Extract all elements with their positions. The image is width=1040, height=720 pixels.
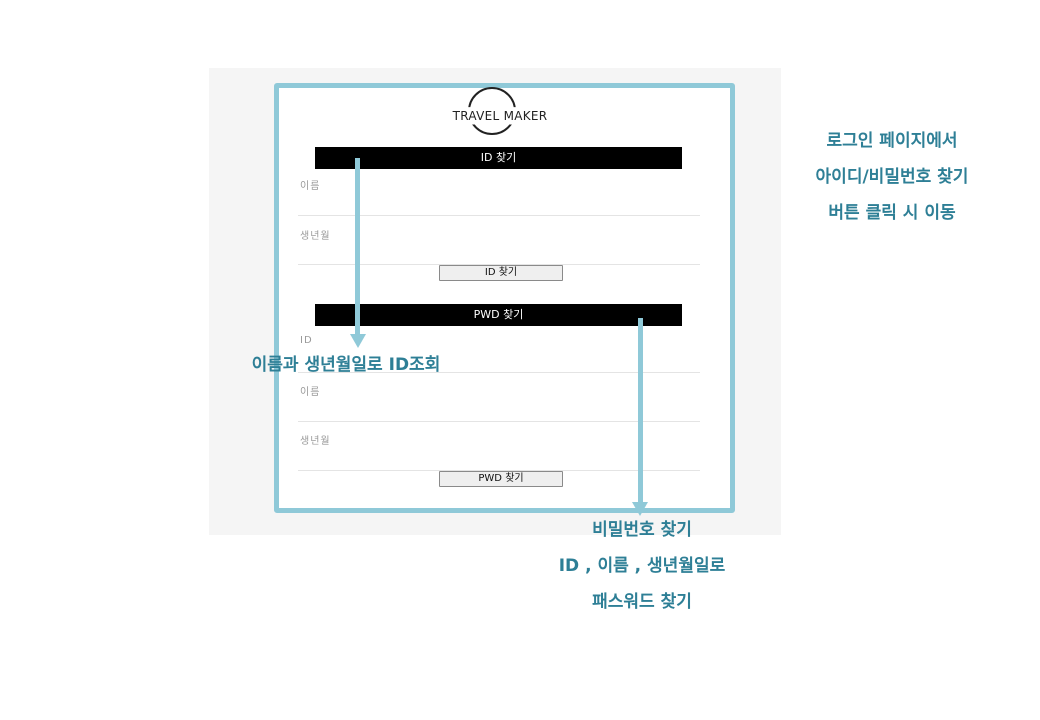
note-line: 패스워드 찾기 xyxy=(592,592,692,612)
pwd-arrow-shaft xyxy=(638,318,643,504)
travel-maker-logo: TRAVEL MAKER xyxy=(444,87,556,137)
note-line: 로그인 페이지에서 xyxy=(826,131,958,151)
note-login-redirect: 로그인 페이지에서 아이디/비밀번호 찾기 버튼 클릭 시 이동 xyxy=(792,123,992,231)
note-line: 이름과 생년월일로 ID조회 xyxy=(251,355,441,375)
id-arrow-shaft xyxy=(355,158,360,336)
note-id-lookup: 이름과 생년월일로 ID조회 xyxy=(232,347,460,383)
id-find-header: ID 찾기 xyxy=(315,147,682,169)
pwd-find-button[interactable]: PWD 찾기 xyxy=(439,471,563,487)
pwd-find-birth-label: 생년월 xyxy=(300,436,331,447)
note-password-find: 비밀번호 찾기 ID , 이름 , 생년월일로 패스워드 찾기 xyxy=(532,512,752,620)
note-line: 버튼 클릭 시 이동 xyxy=(828,203,956,223)
id-find-button[interactable]: ID 찾기 xyxy=(439,265,563,281)
note-line: ID , 이름 , 생년월일로 xyxy=(558,556,726,576)
pwd-find-name-label: 이름 xyxy=(300,387,321,398)
pwd-find-header: PWD 찾기 xyxy=(315,304,682,326)
id-find-birth-label: 생년월 xyxy=(300,231,331,242)
note-line: 비밀번호 찾기 xyxy=(592,520,692,540)
id-arrow-head-icon xyxy=(350,334,366,348)
pwd-find-id-label: ID xyxy=(300,335,313,346)
note-line: 아이디/비밀번호 찾기 xyxy=(815,167,969,187)
id-find-name-label: 이름 xyxy=(300,181,321,192)
logo-text: TRAVEL MAKER xyxy=(452,109,548,123)
